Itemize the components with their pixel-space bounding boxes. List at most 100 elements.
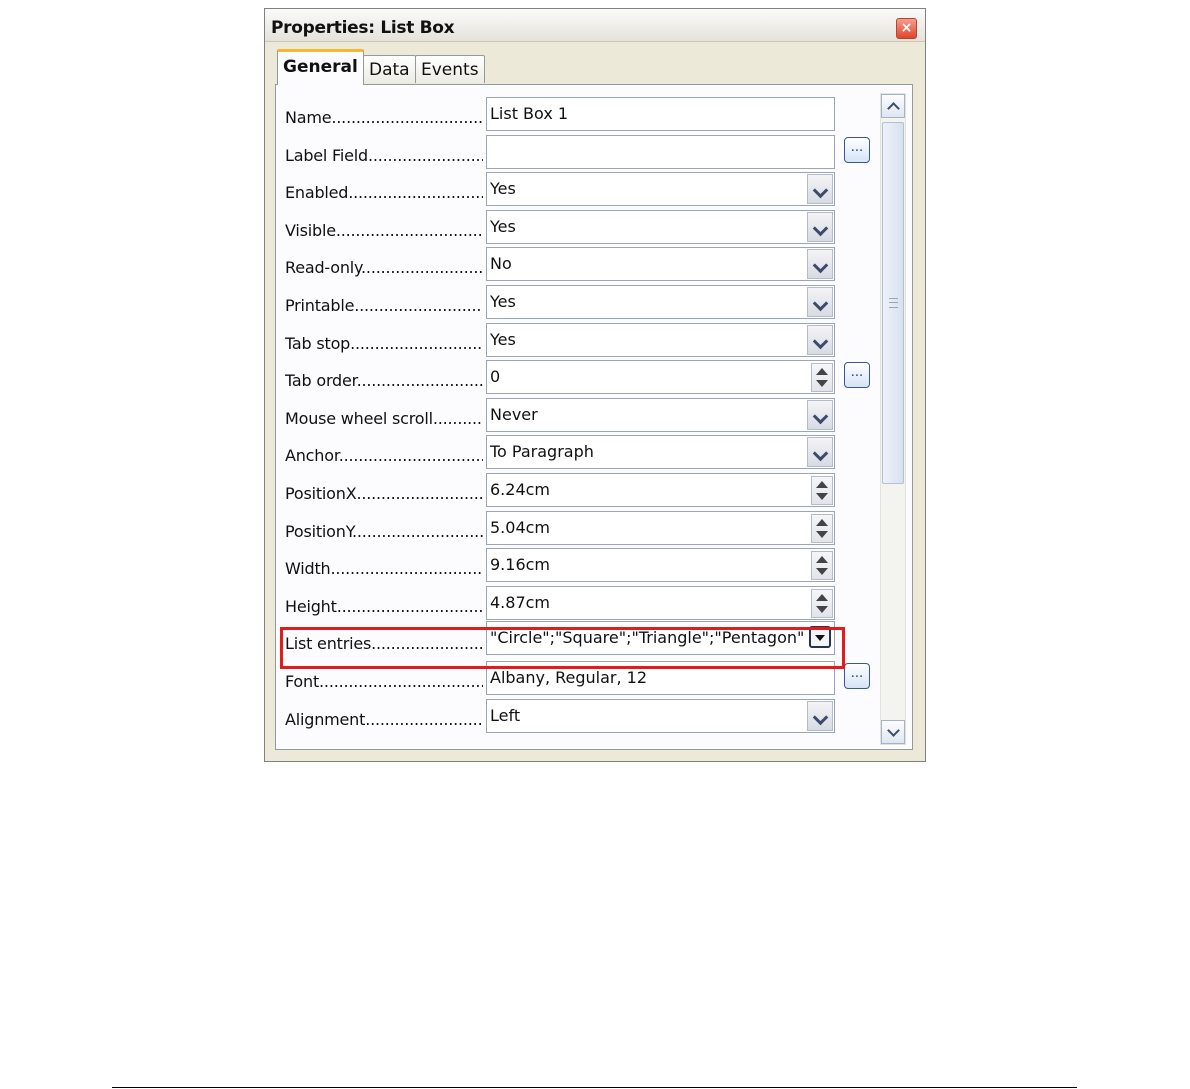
leader-dots: ........................................… — [335, 220, 483, 240]
chevron-down-icon[interactable] — [807, 324, 833, 355]
tab-events[interactable]: Events — [415, 55, 485, 83]
property-value: Yes — [490, 216, 516, 236]
close-button[interactable]: × — [896, 18, 917, 39]
chevron-down-icon[interactable] — [807, 211, 833, 242]
property-label: Visible.................................… — [285, 221, 483, 240]
property-value-field[interactable]: 5.04cm — [486, 510, 835, 545]
property-value-field[interactable]: No — [486, 247, 835, 282]
spin-up-icon[interactable] — [816, 556, 828, 564]
property-row: PositionY...............................… — [276, 510, 876, 548]
property-value: 9.16cm — [490, 555, 551, 575]
property-value-field[interactable]: Yes — [486, 322, 835, 357]
list-dropdown-icon[interactable] — [809, 626, 831, 649]
property-value: 5.04cm — [490, 517, 551, 537]
spin-up-icon[interactable] — [816, 593, 828, 601]
property-label: Label Field.............................… — [285, 146, 483, 165]
property-row: Printable...............................… — [276, 284, 876, 322]
property-value-field[interactable]: Never — [486, 397, 835, 432]
tab-general[interactable]: General — [277, 49, 364, 85]
property-row: Tab order...............................… — [276, 359, 876, 397]
property-value: Yes — [490, 292, 516, 311]
spin-down-icon[interactable] — [816, 605, 828, 613]
spin-button[interactable] — [811, 476, 833, 505]
property-value-field[interactable]: Yes — [486, 172, 835, 207]
dialog-title: Properties: List Box — [271, 18, 455, 38]
page-bottom-rule — [112, 1087, 1077, 1088]
property-label: Width...................................… — [285, 559, 483, 578]
property-value-field[interactable]: "Circle";"Square";"Triangle";"Pentagon" — [486, 621, 835, 656]
leader-dots: ........................................… — [432, 408, 483, 428]
property-label: Printable...............................… — [285, 296, 483, 315]
properties-panel: Name....................................… — [275, 84, 913, 750]
tab-data[interactable]: Data — [363, 55, 416, 83]
property-value: "Circle";"Square";"Triangle";"Pentagon" — [490, 628, 805, 648]
property-value: To Paragraph — [490, 442, 594, 462]
property-label-text: Tab order — [285, 371, 357, 391]
property-value-field[interactable]: To Paragraph — [486, 435, 835, 470]
spin-down-icon[interactable] — [816, 568, 828, 576]
property-label: PositionX...............................… — [285, 484, 483, 503]
property-value-field[interactable]: Yes — [486, 285, 835, 319]
spin-down-icon[interactable] — [816, 380, 828, 388]
property-row: Height..................................… — [276, 585, 876, 623]
property-row: Read-only...............................… — [276, 246, 876, 284]
property-label-text: Enabled — [285, 183, 349, 203]
ellipsis-button[interactable]: ... — [844, 136, 870, 163]
spin-up-icon[interactable] — [816, 368, 828, 376]
scroll-thumb[interactable] — [882, 122, 904, 484]
property-value: 6.24cm — [490, 480, 551, 499]
property-value-field[interactable]: Albany, Regular, 12 — [486, 661, 835, 695]
chevron-down-icon[interactable] — [807, 437, 833, 468]
property-row: Visible.................................… — [276, 209, 876, 247]
scroll-up-icon[interactable] — [881, 94, 905, 118]
property-value-field[interactable]: List Box 1 — [486, 97, 835, 131]
property-value-field[interactable]: Yes — [486, 209, 835, 244]
property-value-field[interactable]: 4.87cm — [486, 585, 835, 620]
property-label-text: Visible — [285, 220, 336, 240]
leader-dots: ........................................… — [371, 634, 483, 654]
spin-down-icon[interactable] — [816, 530, 828, 538]
property-value-field[interactable]: 6.24cm — [486, 473, 835, 507]
property-value-field[interactable]: Left — [486, 698, 835, 733]
leader-dots: ........................................… — [356, 371, 483, 391]
property-value: Never — [490, 404, 538, 424]
property-value: Albany, Regular, 12 — [490, 668, 648, 687]
chevron-down-icon[interactable] — [807, 287, 833, 317]
property-value: 4.87cm — [490, 592, 551, 612]
property-label-text: Label Field — [285, 145, 368, 165]
spin-button[interactable] — [811, 588, 833, 618]
chevron-down-icon[interactable] — [807, 399, 833, 430]
title-bar[interactable]: Properties: List Box × — [265, 9, 925, 42]
property-value: List Box 1 — [490, 104, 569, 123]
spin-down-icon[interactable] — [816, 493, 828, 500]
scroll-down-icon[interactable] — [881, 720, 905, 744]
property-label: Mouse wheel scroll......................… — [285, 409, 483, 428]
property-value-field[interactable]: 0 — [486, 360, 835, 395]
ellipsis-button[interactable]: ... — [844, 663, 870, 689]
ellipsis-button[interactable]: ... — [844, 362, 870, 389]
leader-dots: ........................................… — [319, 672, 483, 691]
property-row: Width...................................… — [276, 547, 876, 585]
chevron-down-icon[interactable] — [807, 249, 833, 280]
leader-dots: ........................................… — [338, 446, 483, 466]
property-label-text: Alignment — [285, 709, 366, 729]
property-value-field[interactable]: 9.16cm — [486, 548, 835, 583]
spin-up-icon[interactable] — [816, 518, 828, 526]
chevron-down-icon[interactable] — [807, 700, 833, 731]
spin-up-icon[interactable] — [816, 481, 828, 488]
chevron-down-icon[interactable] — [807, 174, 833, 205]
property-value-field[interactable] — [486, 134, 835, 169]
property-label: Enabled.................................… — [285, 183, 483, 202]
property-label-text: Width — [285, 559, 331, 579]
property-row: List entries............................… — [276, 621, 876, 660]
vertical-scrollbar[interactable] — [880, 93, 906, 745]
spin-button[interactable] — [811, 513, 833, 543]
spin-button[interactable] — [811, 363, 833, 393]
property-value: Yes — [490, 329, 516, 349]
leader-dots: ........................................… — [365, 709, 483, 729]
spin-button[interactable] — [811, 551, 833, 581]
property-label-text: Mouse wheel scroll — [285, 408, 433, 428]
leader-dots: ........................................… — [348, 183, 483, 203]
leader-dots: ........................................… — [331, 108, 483, 127]
property-label: PositionY...............................… — [285, 522, 483, 541]
